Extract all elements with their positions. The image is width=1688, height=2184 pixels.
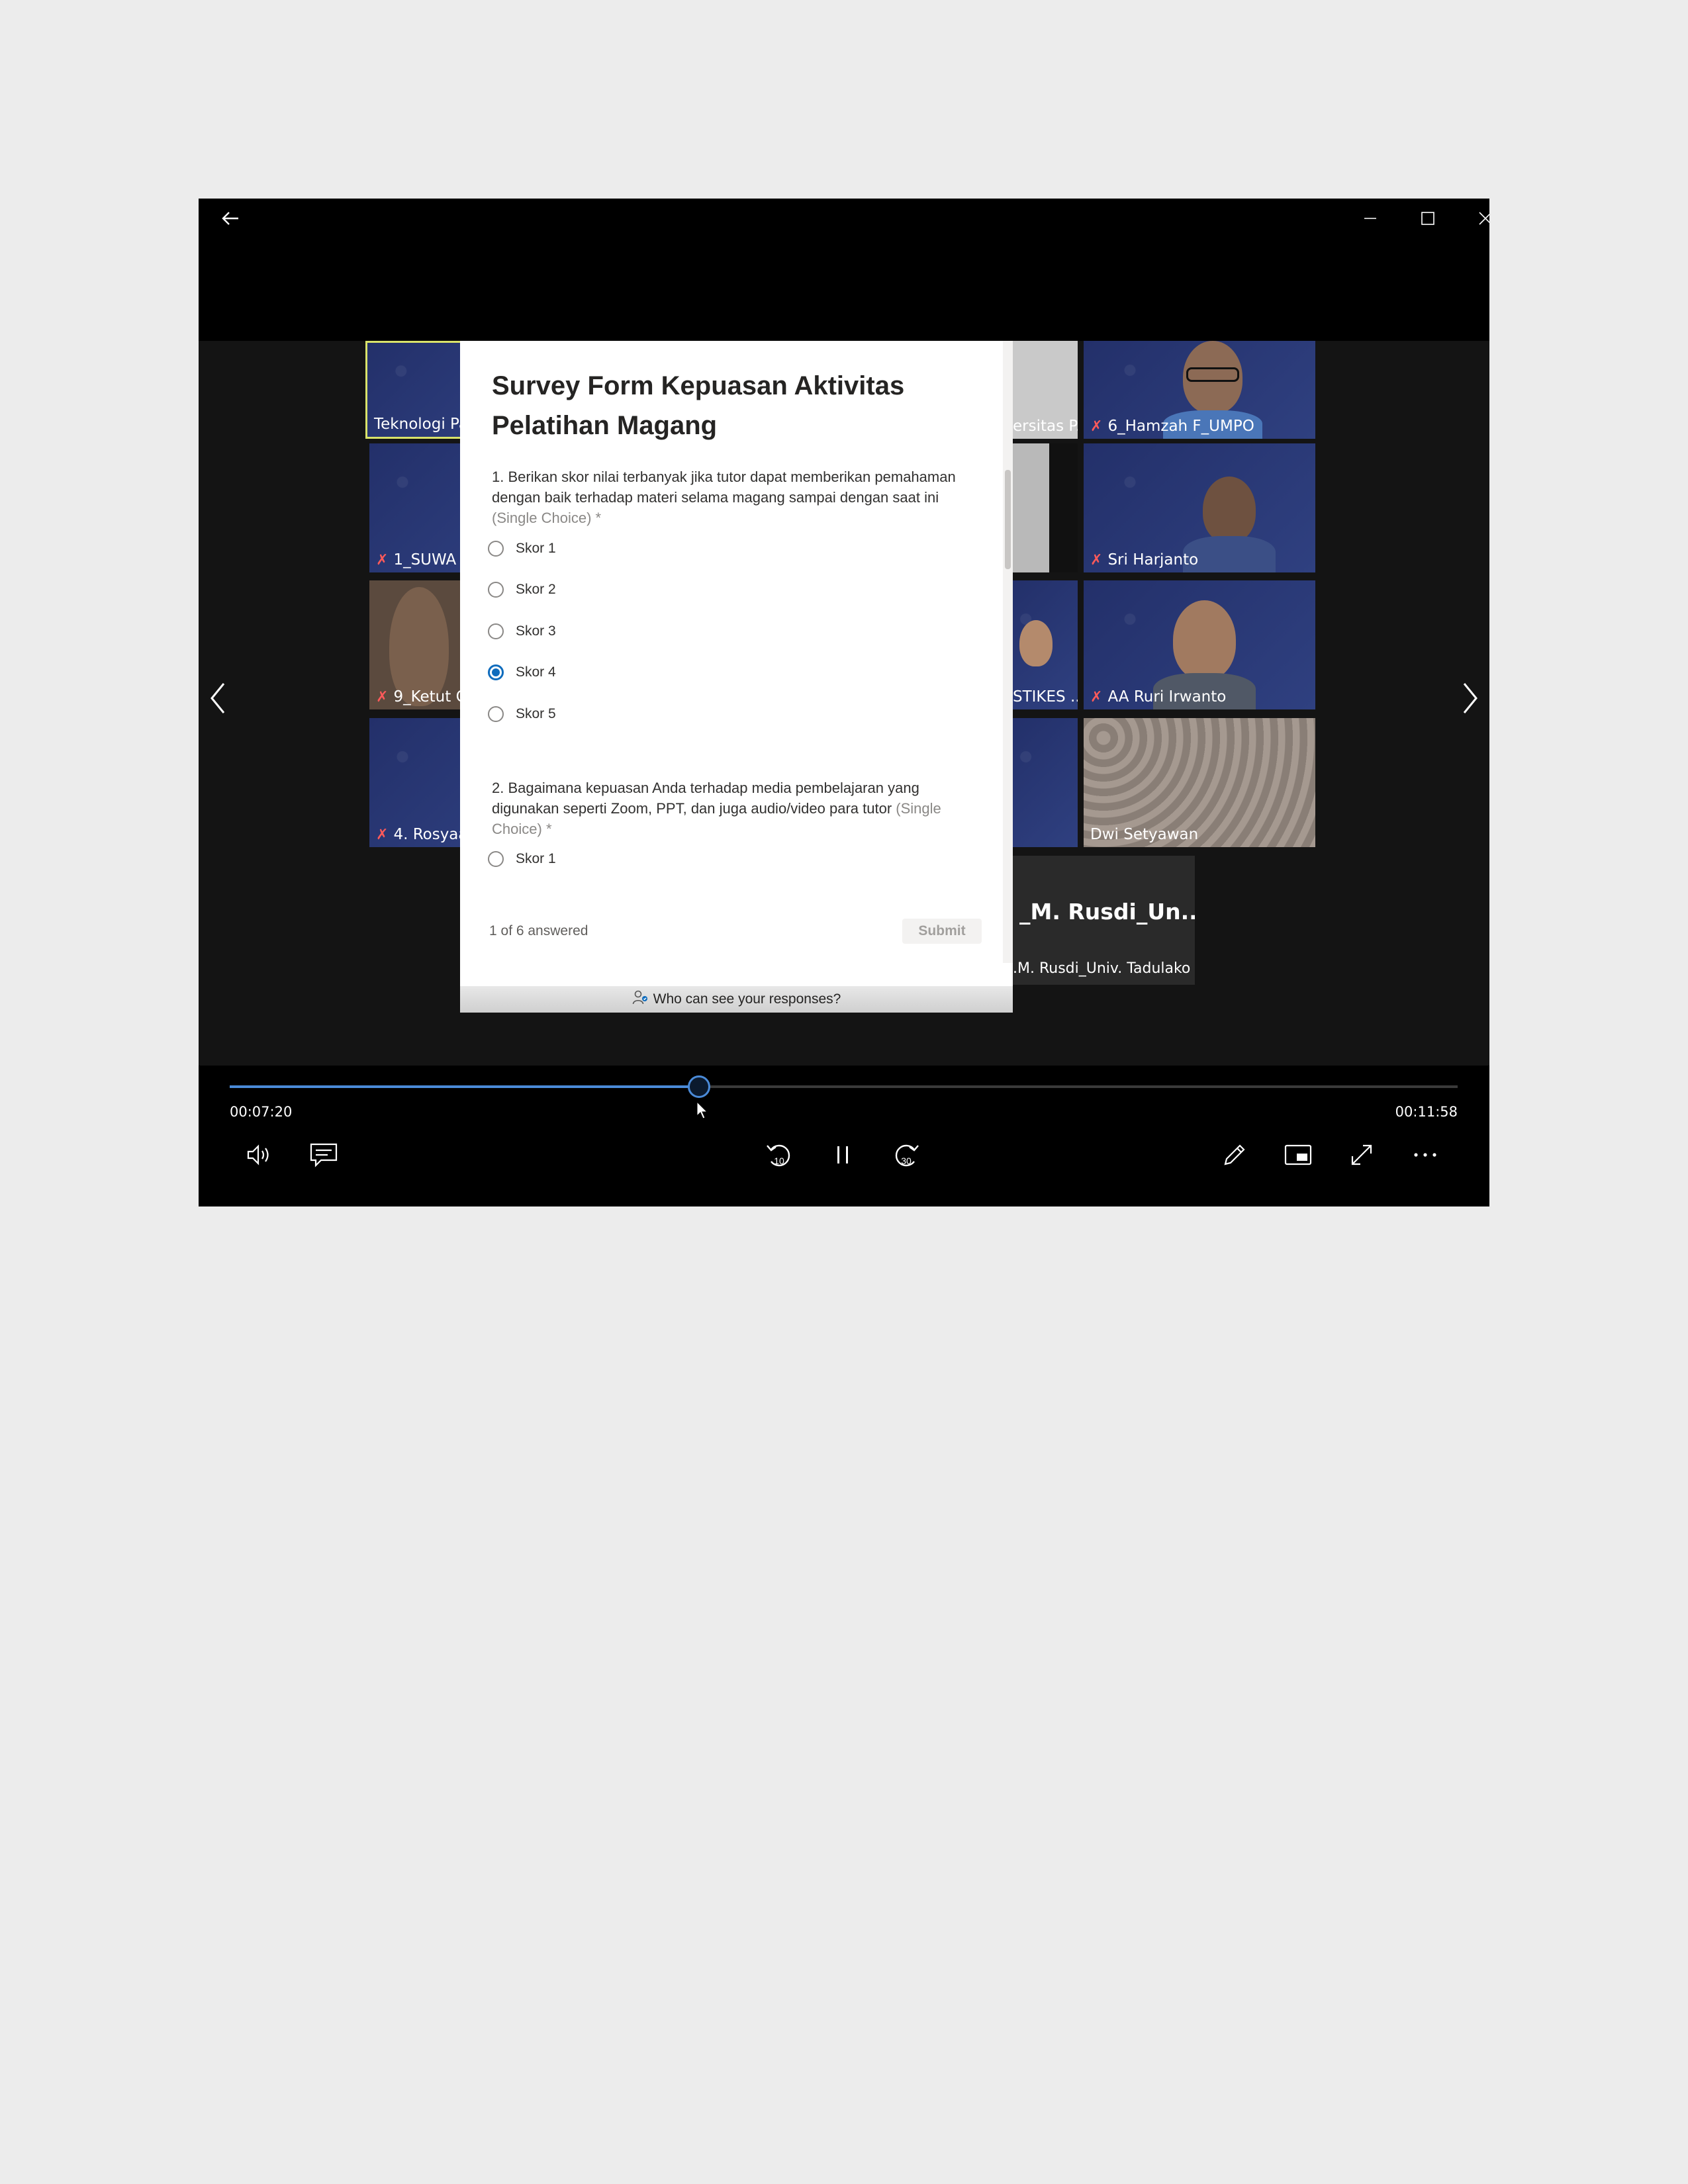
speaker-tile: _M. Rusdi_Un... .M. Rusdi_Univ. Tadulako — [1013, 856, 1195, 985]
radio-label: Skor 4 — [516, 664, 556, 680]
question-1-hint: (Single Choice) — [492, 510, 592, 526]
participant-name: 9_Ketut G — [393, 688, 468, 705]
mic-muted-icon: ✗ — [1090, 689, 1103, 705]
radio-label: Skor 3 — [516, 623, 556, 639]
mouse-cursor-icon — [696, 1101, 708, 1122]
participant-name: Dwi Setyawan — [1090, 826, 1199, 843]
forward-label: 30 — [901, 1156, 912, 1166]
radio-option[interactable]: Skor 1 — [488, 846, 556, 872]
radio-label: Skor 5 — [516, 706, 556, 721]
participant-tile: ✗ 6_Hamzah F_UMPO — [1084, 341, 1315, 439]
question-2: 2. Bagaimana kepuasan Anda terhadap medi… — [492, 778, 968, 839]
next-chevron-icon[interactable] — [1456, 678, 1483, 718]
radio-label: Skor 2 — [516, 582, 556, 597]
form-footer: 1 of 6 answered Submit — [460, 910, 1003, 963]
current-time: 00:07:20 — [230, 1104, 293, 1120]
form-scrollbar[interactable] — [1003, 341, 1013, 963]
radio-circle[interactable] — [488, 851, 504, 867]
radio-option[interactable]: Skor 1 — [488, 535, 556, 562]
radio-circle[interactable] — [488, 706, 504, 722]
title-bar — [199, 199, 1489, 238]
seek-progress — [230, 1085, 699, 1088]
fullscreen-icon[interactable] — [1338, 1132, 1385, 1178]
speaker-title: _M. Rusdi_Un... — [1019, 899, 1195, 925]
previous-chevron-icon[interactable] — [205, 678, 232, 718]
participant-name: AA Ruri Irwanto — [1107, 688, 1227, 705]
participant-name: ersitas P... — [1013, 418, 1078, 435]
required-marker: * — [545, 821, 552, 837]
mic-muted-icon: ✗ — [1090, 418, 1103, 435]
privacy-link[interactable]: Who can see your responses? — [653, 991, 841, 1007]
participant-name: Sri Harjanto — [1107, 551, 1199, 569]
participant-name: 1_SUWA — [393, 551, 457, 569]
back-arrow-icon[interactable] — [204, 199, 257, 238]
people-icon — [632, 989, 649, 1009]
participant-name: 6_Hamzah F_UMPO — [1107, 418, 1254, 435]
participant-name: 4. Rosyaa — [393, 826, 468, 843]
radio-label: Skor 1 — [516, 851, 556, 866]
video-frame[interactable]: Teknologi Pa ✗ 1_SUWA ✗ 9_Ketut G ✗ 4. Rosy… — [199, 341, 1489, 1066]
mic-muted-icon: ✗ — [1090, 552, 1103, 569]
participant-name: Teknologi Pa — [374, 416, 468, 433]
close-icon[interactable] — [1459, 199, 1489, 238]
volume-icon[interactable] — [237, 1132, 283, 1178]
seek-thumb[interactable] — [687, 1075, 710, 1098]
participant-tile: ersitas P... — [1013, 341, 1078, 439]
radio-option[interactable]: Skor 3 — [488, 618, 556, 645]
participant-name: STIKES ... — [1013, 688, 1078, 705]
mic-muted-icon: ✗ — [376, 689, 389, 705]
rewind-label: 10 — [774, 1156, 784, 1166]
submit-button[interactable]: Submit — [902, 919, 982, 944]
radio-circle[interactable] — [488, 582, 504, 598]
radio-circle-selected[interactable] — [488, 664, 504, 680]
survey-form: Survey Form Kepuasan Aktivitas Pelatihan… — [460, 341, 1013, 1013]
player-controls: 00:07:20 00:11:58 10 30 — [199, 1066, 1489, 1206]
participant-tile — [1013, 718, 1078, 847]
video-player-window: Teknologi Pa ✗ 1_SUWA ✗ 9_Ketut G ✗ 4. Rosy… — [199, 199, 1489, 1206]
forward-30-icon[interactable]: 30 — [883, 1132, 929, 1178]
question-2-text: 2. Bagaimana kepuasan Anda terhadap medi… — [492, 780, 919, 817]
rewind-10-icon[interactable]: 10 — [756, 1132, 802, 1178]
radio-circle[interactable] — [488, 623, 504, 639]
pen-icon[interactable] — [1211, 1132, 1258, 1178]
speaker-subtitle: .M. Rusdi_Univ. Tadulako — [1013, 960, 1191, 977]
radio-option-selected[interactable]: Skor 4 — [488, 659, 556, 686]
seek-bar[interactable] — [230, 1085, 1458, 1088]
radio-circle[interactable] — [488, 541, 504, 557]
mic-muted-icon: ✗ — [376, 827, 389, 843]
total-time: 00:11:58 — [1395, 1104, 1458, 1120]
question-1: 1. Berikan skor nilai terbanyak jika tut… — [492, 467, 968, 528]
privacy-bar[interactable]: Who can see your responses? — [460, 986, 1013, 1013]
participant-tile: ✗ AA Ruri Irwanto — [1084, 580, 1315, 709]
radio-option[interactable]: Skor 2 — [488, 576, 556, 603]
required-marker: * — [595, 510, 602, 526]
subtitles-icon[interactable] — [301, 1132, 347, 1178]
radio-option[interactable]: Skor 5 — [488, 701, 556, 727]
minimize-icon[interactable] — [1344, 199, 1397, 238]
scrollbar-thumb[interactable] — [1005, 470, 1011, 569]
participant-tile: Dwi Setyawan — [1084, 718, 1315, 847]
participant-tile: ✗ Sri Harjanto — [1084, 443, 1315, 572]
answer-progress: 1 of 6 answered — [489, 923, 588, 938]
mic-muted-icon: ✗ — [376, 552, 389, 569]
more-icon[interactable] — [1402, 1132, 1448, 1178]
participant-tile: STIKES ... — [1013, 580, 1078, 709]
mini-view-icon[interactable] — [1275, 1132, 1321, 1178]
participant-tile — [1013, 443, 1078, 572]
question-1-text: 1. Berikan skor nilai terbanyak jika tut… — [492, 469, 956, 506]
pause-icon[interactable] — [820, 1132, 866, 1178]
radio-label: Skor 1 — [516, 541, 556, 556]
form-title: Survey Form Kepuasan Aktivitas Pelatihan… — [492, 371, 905, 440]
maximize-icon[interactable] — [1401, 199, 1454, 238]
